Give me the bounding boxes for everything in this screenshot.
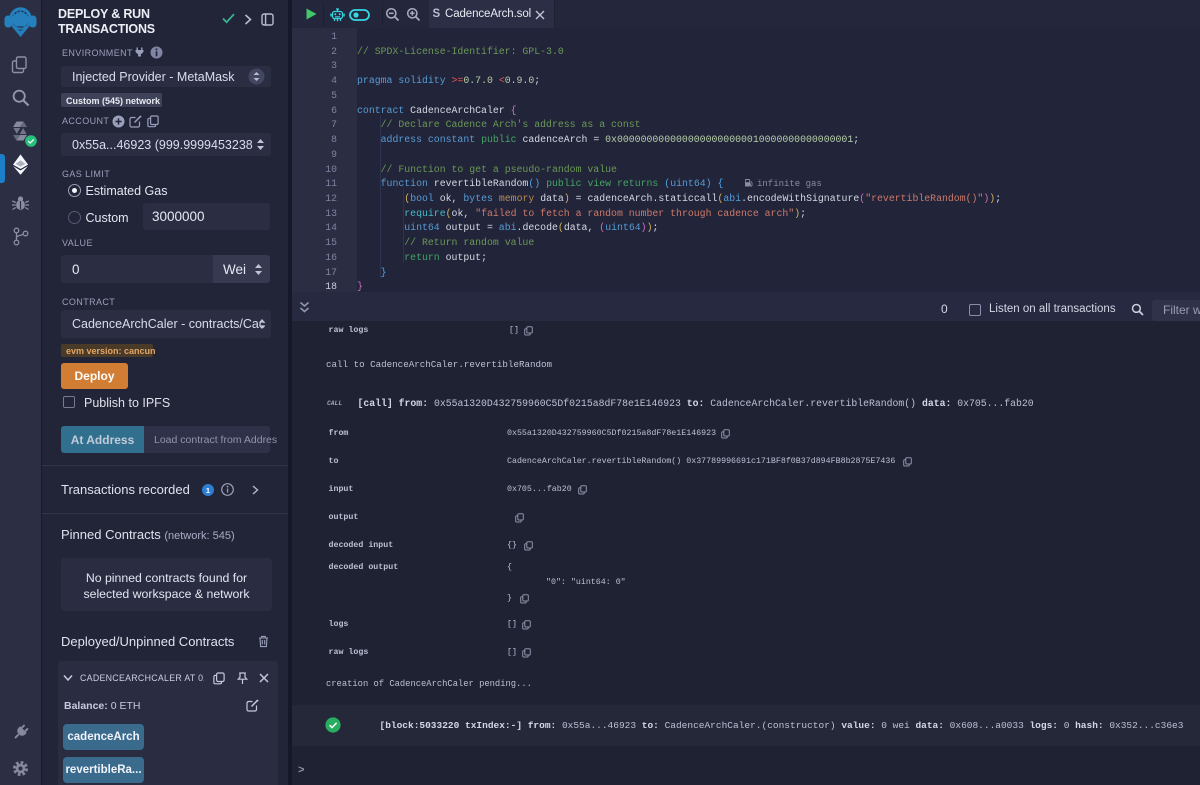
svg-text:1: 1 (206, 485, 210, 494)
